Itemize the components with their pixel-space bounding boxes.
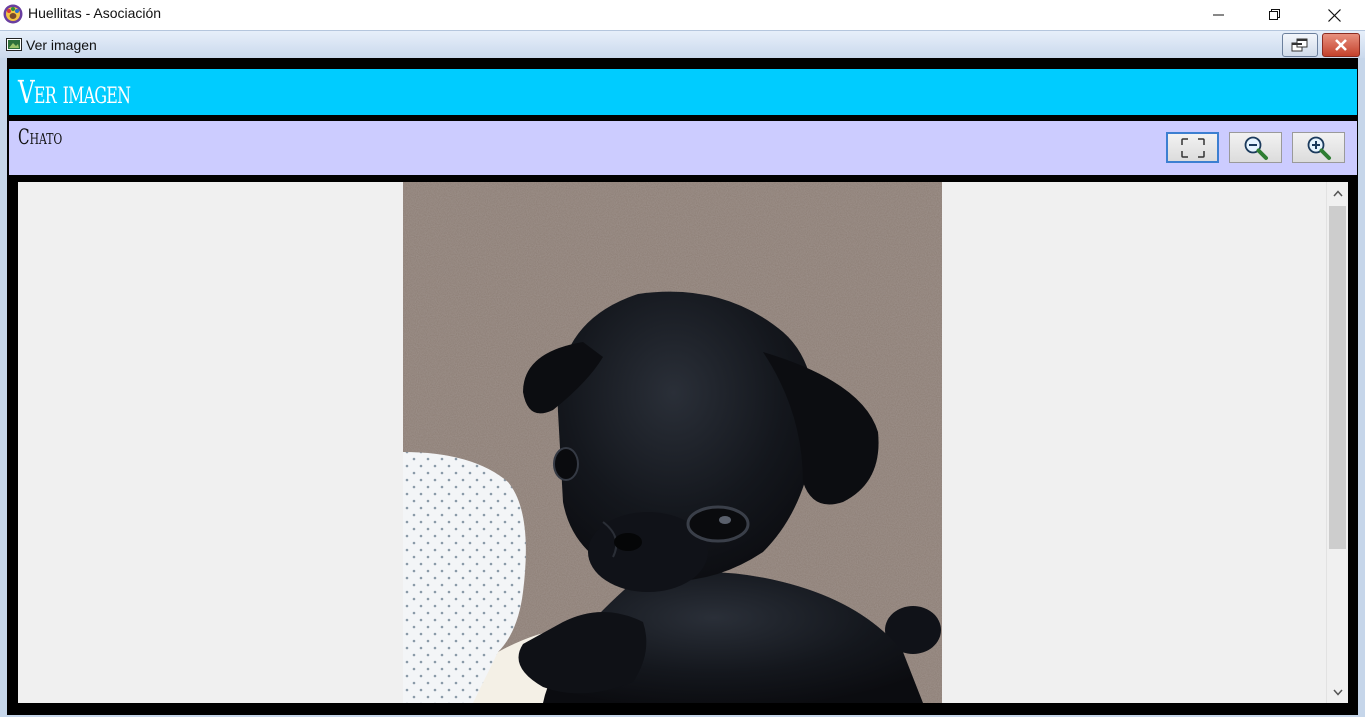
image-viewer[interactable] (18, 182, 1326, 703)
black-pug-puppy-photo (403, 182, 942, 703)
fit-to-window-button[interactable] (1166, 132, 1219, 163)
image-window-icon (6, 38, 22, 51)
fit-to-window-icon (1180, 137, 1205, 158)
minimize-button[interactable] (1190, 0, 1248, 30)
chevron-up-icon (1332, 189, 1343, 196)
scroll-up-button[interactable] (1327, 182, 1348, 204)
close-icon (1327, 8, 1341, 22)
child-close-button[interactable] (1322, 33, 1360, 57)
zoom-out-icon (1244, 136, 1268, 160)
vertical-scrollbar[interactable] (1326, 182, 1348, 703)
child-restore-button[interactable] (1282, 33, 1318, 57)
close-button[interactable] (1305, 0, 1363, 30)
close-icon (1335, 39, 1347, 51)
scrollbar-thumb[interactable] (1329, 206, 1346, 549)
header-band (9, 69, 1357, 115)
os-titlebar: Huellitas - Asociación (0, 0, 1365, 30)
zoom-in-button[interactable] (1292, 132, 1345, 163)
chevron-down-icon (1332, 689, 1343, 696)
paw-app-icon (3, 4, 23, 24)
restore-icon (1291, 38, 1308, 52)
scroll-down-button[interactable] (1327, 681, 1348, 703)
maximize-button[interactable] (1246, 0, 1304, 30)
maximize-icon (1269, 9, 1280, 20)
minimize-icon (1213, 14, 1224, 16)
child-window-title: Ver imagen (26, 37, 97, 53)
subheader-band (9, 121, 1357, 175)
zoom-out-button[interactable] (1229, 132, 1282, 163)
page-title: Ver imagen (18, 73, 131, 111)
window-title: Huellitas - Asociación (28, 5, 162, 21)
child-window-titlebar: Ver imagen (0, 30, 1365, 59)
zoom-in-icon (1307, 136, 1331, 160)
pet-name: Chato (18, 125, 63, 149)
